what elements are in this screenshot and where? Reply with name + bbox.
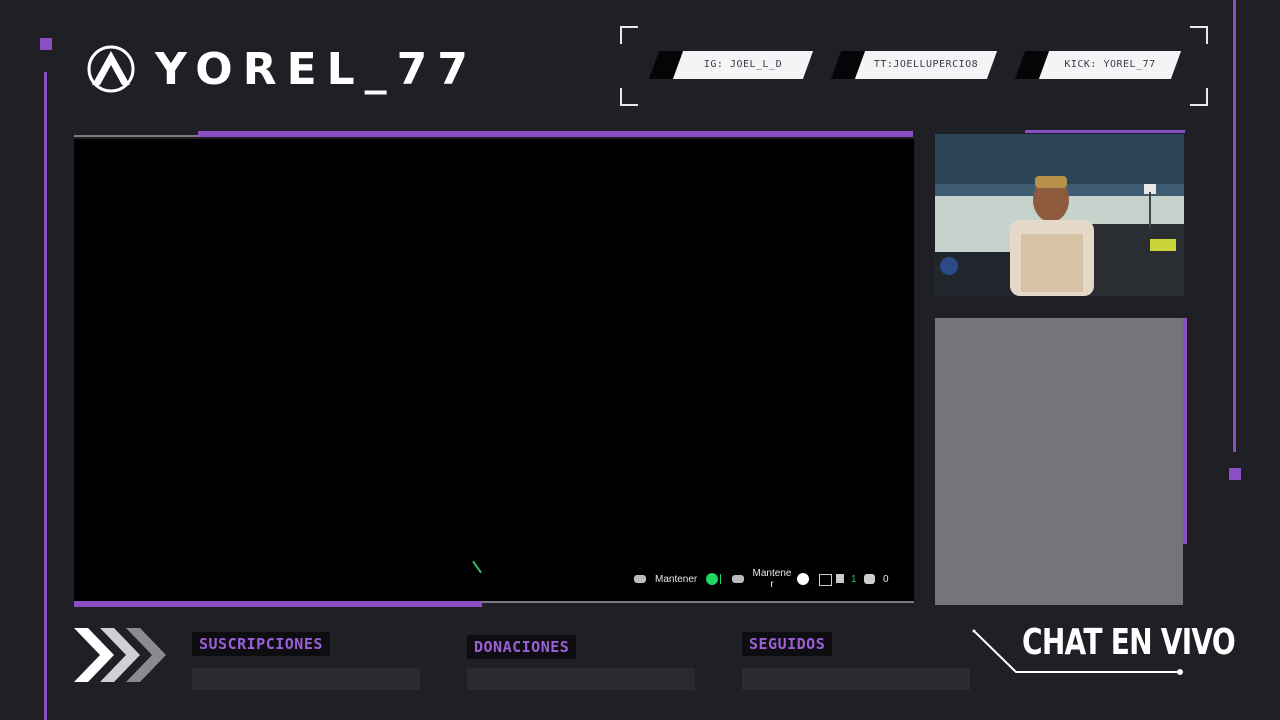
cam-frame-accent	[1025, 130, 1185, 133]
game-frame-bottom-accent	[74, 601, 482, 607]
hud-count-a: 1	[851, 574, 857, 585]
game-capture: Mantener Mantene r 1 0	[74, 139, 914, 601]
chat-box	[935, 318, 1183, 605]
chat-title-underline	[972, 628, 1186, 676]
controller-icon	[732, 575, 744, 583]
subscriptions-bar	[192, 668, 420, 690]
hud-divider	[720, 574, 721, 584]
game-frame-top-gray	[74, 135, 198, 137]
game-frame-top-accent	[198, 131, 913, 137]
corner-bracket	[620, 88, 638, 106]
social-instagram[interactable]: IG: JOEL_L_D	[648, 51, 814, 79]
frame-left-square	[40, 38, 52, 50]
frame-left-line	[44, 72, 47, 720]
spotify-icon	[706, 573, 718, 585]
donations-label: DONACIONES	[467, 635, 577, 659]
social-kick-label: KICK: YOREL_77	[1064, 59, 1156, 70]
donations-bar	[467, 668, 695, 690]
hud-hold-left: Mantener	[655, 574, 698, 585]
media-icon	[819, 574, 832, 586]
corner-bracket	[1190, 26, 1208, 44]
game-hud: Mantener Mantene r 1 0	[632, 568, 912, 594]
chat-box-accent	[1183, 318, 1187, 544]
social-links-panel: IG: JOEL_L_D TT:JOELLUPERCIO8 KICK: YORE…	[620, 26, 1208, 106]
social-instagram-label: IG: JOEL_L_D	[703, 59, 783, 70]
social-tiktok[interactable]: TT:JOELLUPERCIO8	[830, 51, 998, 79]
social-kick[interactable]: KICK: YOREL_77	[1014, 51, 1182, 79]
friends-icon	[864, 574, 875, 584]
subscriptions-label: SUSCRIPCIONES	[192, 632, 330, 656]
frame-right-line	[1233, 0, 1236, 452]
account-icon	[797, 573, 809, 585]
hud-count-b: 0	[883, 574, 889, 585]
frame-right-square	[1229, 468, 1241, 480]
chevrons-icon	[74, 624, 168, 686]
followers-label: SEGUIDOS	[742, 632, 833, 656]
hud-hold-right: Mantene r	[752, 568, 792, 590]
corner-bracket	[620, 26, 638, 44]
volume-icon	[836, 574, 844, 583]
channel-logo	[84, 45, 138, 93]
channel-name: YOREL_77	[155, 44, 478, 95]
social-tiktok-label: TT:JOELLUPERCIO8	[873, 59, 979, 70]
cursor-mark	[472, 560, 482, 574]
controller-icon	[634, 575, 646, 583]
followers-bar	[742, 668, 970, 690]
corner-bracket	[1190, 88, 1208, 106]
webcam-feed	[935, 134, 1184, 296]
